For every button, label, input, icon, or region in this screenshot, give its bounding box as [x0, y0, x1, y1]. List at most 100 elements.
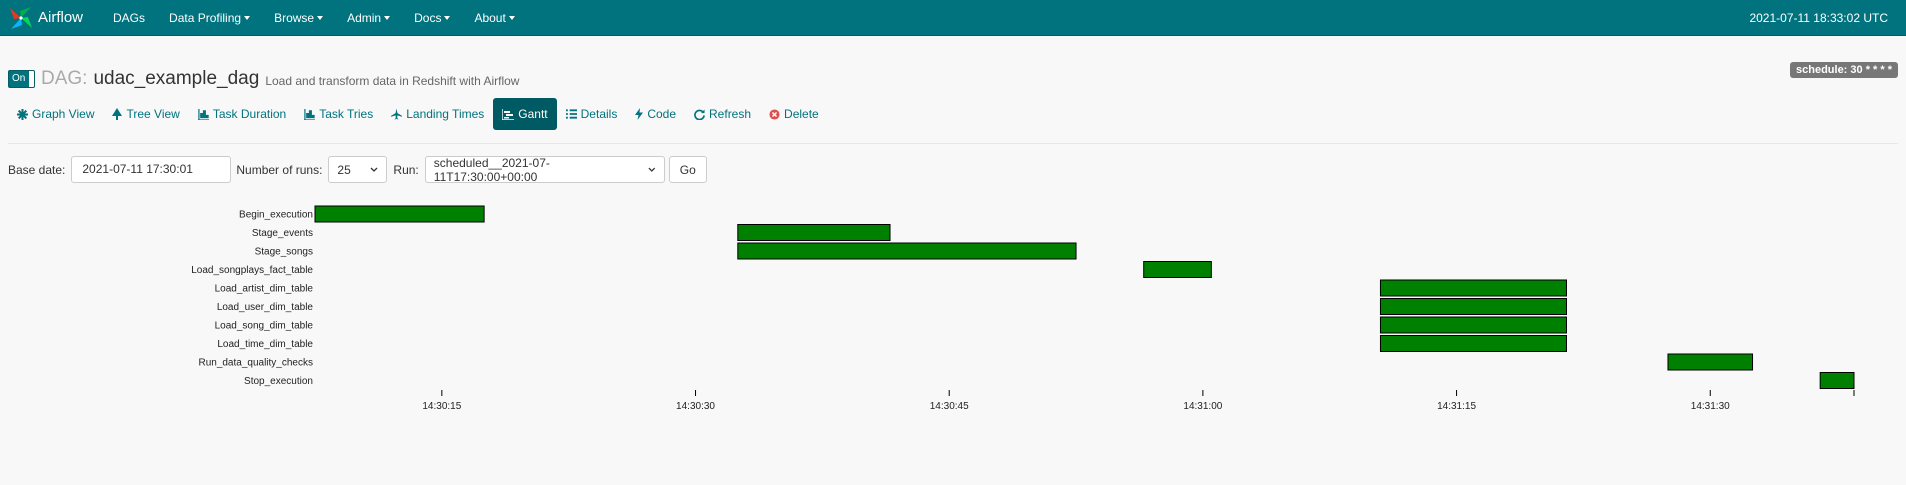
- dag-label: DAG:: [41, 68, 88, 89]
- dag-id: udac_example_dag: [93, 68, 260, 89]
- nav-about-label: About: [474, 10, 506, 25]
- nav-menu: DAGs Data Profiling Browse Admin Docs Ab…: [101, 0, 527, 36]
- gantt-bar[interactable]: [737, 242, 1077, 260]
- brand[interactable]: Airflow: [8, 0, 83, 36]
- nav-dags[interactable]: DAGs: [113, 11, 145, 25]
- dag-header: On DAG: udac_example_dag Load and transf…: [8, 68, 519, 90]
- task-label: Run_data_quality_checks: [198, 358, 313, 369]
- tab-graph-view-label: Graph View: [32, 107, 95, 121]
- nav-docs[interactable]: Docs: [414, 10, 451, 25]
- tree-icon: [112, 108, 123, 120]
- gantt-bar[interactable]: [1819, 372, 1855, 389]
- flash-icon: [635, 108, 644, 120]
- gantt-bar[interactable]: [1667, 353, 1754, 371]
- task-label: Load_song_dim_table: [215, 321, 314, 332]
- view-tabs: Graph View Tree View Task Duration Task …: [8, 98, 828, 130]
- tab-code-label: Code: [647, 107, 677, 121]
- list-icon: [565, 109, 577, 119]
- gantt-bar[interactable]: [1143, 261, 1212, 278]
- tab-details-label: Details: [580, 107, 618, 121]
- task-label: Load_songplays_fact_table: [191, 265, 313, 276]
- brand-name: Airflow: [38, 9, 84, 26]
- nav-browse-label: Browse: [274, 10, 315, 25]
- axis-tick-label: 14:30:30: [676, 401, 715, 412]
- asterisk-icon: [17, 108, 28, 120]
- tab-details[interactable]: Details: [557, 98, 627, 130]
- toggle-on-label: On: [12, 73, 26, 84]
- num-runs-value: 25: [337, 162, 351, 177]
- gantt-bar[interactable]: [314, 205, 485, 223]
- dag-description: Load and transform data in Redshift with…: [265, 74, 520, 88]
- tab-delete[interactable]: Delete: [760, 98, 828, 130]
- utc-clock: 2021-07-11 18:33:02 UTC: [1749, 11, 1888, 25]
- num-runs-select[interactable]: 25: [328, 156, 388, 183]
- tab-landing-times[interactable]: Landing Times: [382, 98, 493, 130]
- gantt-chart: Begin_execution Stage_events Stage_songs Lo…: [191, 205, 1855, 412]
- gantt-bar[interactable]: [1379, 335, 1567, 352]
- tab-gantt-label: Gantt: [518, 107, 548, 121]
- tab-refresh[interactable]: Refresh: [685, 98, 760, 130]
- nav-about[interactable]: About: [474, 10, 515, 25]
- tab-gantt[interactable]: Gantt: [493, 98, 557, 130]
- base-date-label: Base date:: [8, 162, 66, 177]
- task-label: Stop_execution: [244, 376, 313, 387]
- gantt-bar[interactable]: [1379, 279, 1567, 297]
- tab-graph-view[interactable]: Graph View: [8, 98, 103, 130]
- top-navbar: Airflow DAGs Data Profiling Browse Admin…: [0, 0, 1906, 36]
- caret-down-icon: [384, 15, 391, 20]
- axis-tick-label: 14:31:00: [1183, 401, 1222, 412]
- base-date-input[interactable]: 2021-07-11 17:30:01: [71, 156, 232, 183]
- bar-chart-icon: [197, 108, 209, 120]
- tab-task-duration[interactable]: Task Duration: [189, 98, 295, 130]
- nav-docs-label: Docs: [414, 10, 442, 25]
- go-button[interactable]: Go: [668, 156, 707, 183]
- tab-tree-view[interactable]: Tree View: [103, 98, 188, 130]
- nav-admin[interactable]: Admin: [347, 10, 391, 25]
- bar-chart-icon: [304, 108, 316, 120]
- num-runs-label: Number of runs:: [236, 162, 323, 177]
- gantt-icon: [502, 108, 515, 120]
- task-label: Stage_events: [252, 228, 313, 239]
- refresh-icon: [694, 108, 705, 120]
- nav-browse[interactable]: Browse: [274, 10, 324, 25]
- gantt-bar[interactable]: [1379, 298, 1567, 315]
- caret-down-icon: [444, 15, 451, 20]
- axis-tick-label: 14:31:30: [1691, 401, 1730, 412]
- tab-task-tries-label: Task Tries: [319, 107, 374, 121]
- schedule-badge: schedule: 30 * * * *: [1790, 62, 1898, 78]
- divider: [8, 143, 1898, 144]
- nav-data-profiling-label: Data Profiling: [169, 10, 242, 25]
- task-label: Load_time_dim_table: [217, 339, 313, 350]
- tab-refresh-label: Refresh: [709, 107, 752, 121]
- task-label: Begin_execution: [239, 210, 313, 221]
- tab-landing-times-label: Landing Times: [406, 107, 485, 121]
- chevron-down-icon: [648, 167, 656, 172]
- tab-delete-label: Delete: [784, 107, 819, 121]
- gantt-bar[interactable]: [1379, 316, 1567, 334]
- task-label: Stage_songs: [255, 247, 313, 258]
- caret-down-icon: [244, 15, 251, 20]
- task-label: Load_artist_dim_table: [215, 284, 314, 295]
- run-select[interactable]: scheduled__2021-07-11T17:30:00+00:00: [424, 155, 665, 184]
- caret-down-icon: [317, 15, 324, 20]
- axis-tick-label: 14:30:45: [930, 401, 969, 412]
- caret-down-icon: [508, 15, 515, 20]
- nav-dags-label: DAGs: [113, 10, 146, 25]
- gantt-filter-form: Base date: 2021-07-11 17:30:01 Number of…: [8, 155, 707, 184]
- tab-task-tries[interactable]: Task Tries: [295, 98, 382, 130]
- chevron-down-icon: [370, 167, 378, 172]
- dag-pause-toggle[interactable]: On: [8, 70, 35, 88]
- gantt-bar[interactable]: [737, 224, 891, 241]
- toggle-knob: [29, 71, 34, 87]
- tab-code[interactable]: Code: [626, 98, 685, 130]
- run-value: scheduled__2021-07-11T17:30:00+00:00: [433, 155, 550, 184]
- airflow-logo-icon: [10, 6, 32, 29]
- plane-icon: [391, 108, 403, 120]
- axis-tick-label: 14:30:15: [422, 401, 461, 412]
- tab-task-duration-label: Task Duration: [212, 107, 287, 121]
- nav-data-profiling[interactable]: Data Profiling: [169, 10, 251, 25]
- run-label: Run:: [393, 162, 419, 177]
- tab-tree-view-label: Tree View: [126, 107, 180, 121]
- nav-admin-label: Admin: [347, 10, 382, 25]
- task-label: Load_user_dim_table: [217, 302, 314, 313]
